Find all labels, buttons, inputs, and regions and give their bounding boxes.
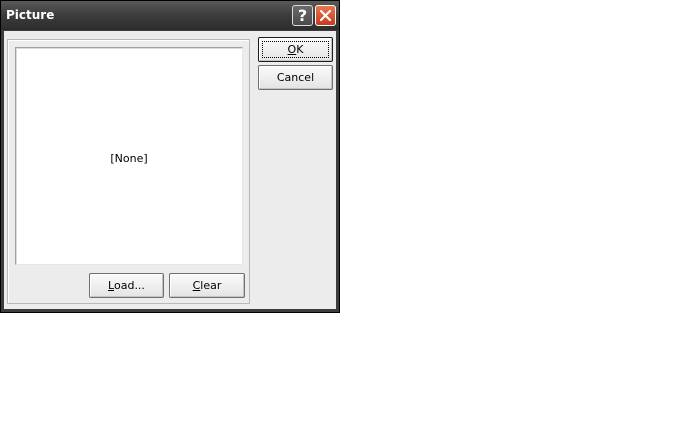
ok-button-label: OK (287, 43, 304, 56)
clear-button-label: Clear (192, 279, 222, 292)
title-bar[interactable]: Picture ? (1, 1, 339, 30)
close-icon (319, 9, 332, 22)
ok-button[interactable]: OK (258, 37, 333, 62)
cancel-button-label: Cancel (276, 71, 315, 84)
clear-button[interactable]: Clear (169, 273, 245, 298)
preview-placeholder-text: [None] (110, 152, 148, 165)
picture-preview: [None] (15, 47, 243, 265)
load-button-label: Load... (108, 279, 145, 292)
help-button[interactable]: ? (292, 5, 313, 26)
picture-dialog: Picture ? [None] Load... Clear OK Cancel (0, 0, 340, 313)
cancel-button[interactable]: Cancel (258, 65, 333, 90)
picture-group-box: [None] Load... Clear (7, 39, 250, 304)
close-button[interactable] (315, 5, 336, 26)
window-title: Picture (6, 8, 55, 22)
load-button[interactable]: Load... (89, 273, 164, 298)
dialog-client-area: [None] Load... Clear OK Cancel (4, 31, 336, 309)
help-icon: ? (297, 6, 308, 25)
